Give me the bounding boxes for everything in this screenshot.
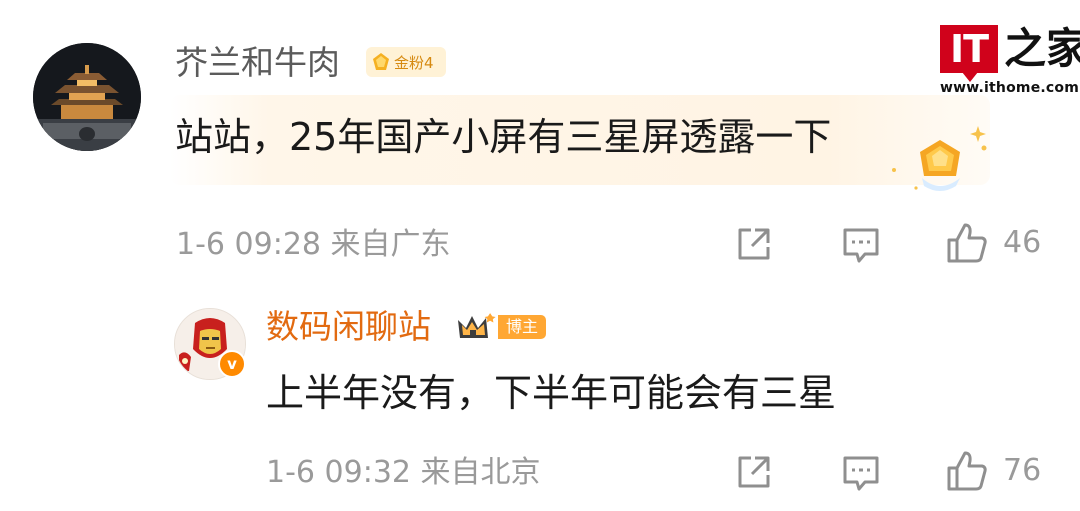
user-avatar[interactable]	[33, 43, 141, 151]
like-count: 46	[1003, 225, 1042, 260]
blogger-badge[interactable]: 博主	[456, 312, 548, 342]
comment-icon	[843, 456, 879, 491]
timestamp: 1-6 09:28	[176, 227, 321, 262]
comment-text: 站站，25年国产小屏有三星屏透露一下	[175, 115, 832, 159]
gem-icon	[373, 53, 389, 70]
timestamp: 1-6 09:32	[266, 455, 411, 490]
ithome-logo: IT 之家 www.ithome.com	[940, 25, 1080, 100]
logo-glyph: 之家	[1004, 24, 1080, 73]
share-icon	[738, 228, 770, 260]
verified-badge-icon: v	[218, 350, 246, 378]
blogger-badge-label: 博主	[498, 315, 546, 339]
like-button[interactable]: 76	[945, 449, 1041, 493]
fan-badge-label: 金粉4	[394, 53, 434, 72]
pavilion-image	[33, 43, 141, 151]
author-username[interactable]: 数码闲聊站	[266, 307, 431, 347]
location: 来自广东	[330, 227, 451, 262]
fan-level-badge[interactable]: 金粉4	[366, 47, 446, 77]
reply-button[interactable]	[841, 453, 881, 493]
comment-meta: 1-6 09:28 来自广东	[176, 227, 451, 263]
comment-icon	[843, 228, 879, 263]
reply-text: 上半年没有，下半年可能会有三星	[266, 371, 837, 415]
location: 来自北京	[420, 455, 541, 490]
reply-meta: 1-6 09:32 来自北京	[266, 455, 541, 491]
like-button[interactable]: 46	[945, 221, 1041, 265]
like-count: 76	[1003, 453, 1042, 488]
like-icon	[947, 451, 987, 491]
star-decoration-icon	[880, 118, 1000, 198]
logo-mark: IT	[940, 25, 998, 82]
crown-icon	[458, 313, 496, 338]
username[interactable]: 芥兰和牛肉	[175, 43, 340, 83]
watermark-url: www.ithome.com	[940, 80, 1080, 96]
share-button[interactable]	[735, 225, 773, 263]
like-icon	[947, 223, 987, 263]
share-icon	[738, 456, 770, 488]
share-button[interactable]	[735, 453, 773, 491]
reply-button[interactable]	[841, 225, 881, 265]
